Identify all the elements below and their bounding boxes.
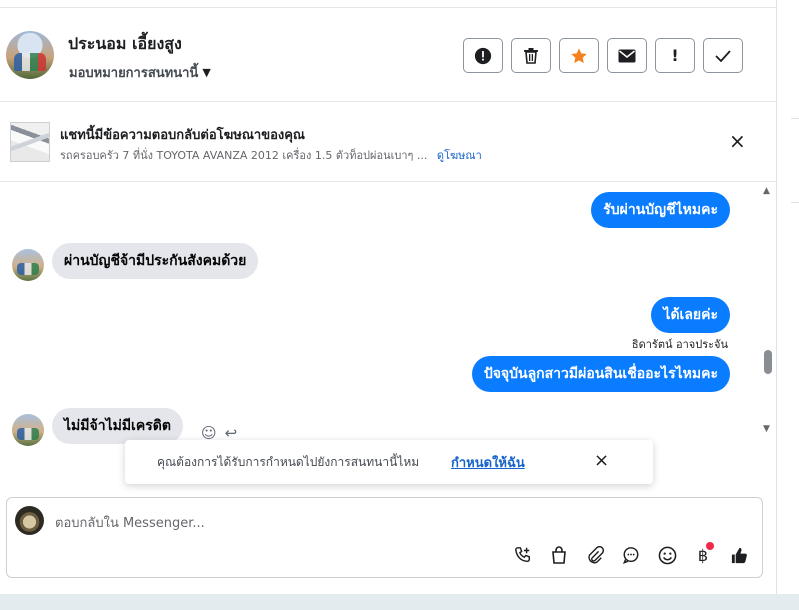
exclamation-icon: ! (671, 46, 679, 65)
check-icon (715, 49, 731, 62)
scroll-down-icon[interactable]: ▼ (763, 424, 770, 434)
divider (791, 118, 799, 119)
bottom-edge (0, 594, 799, 610)
scroll-thumb[interactable] (764, 350, 772, 374)
header-actions: ! (463, 38, 743, 73)
payment-baht-icon[interactable]: ฿ (692, 542, 714, 566)
star-icon (571, 47, 587, 63)
contact-name[interactable]: ประนอม เอี้ยงสูง (68, 32, 182, 57)
saved-reply-icon[interactable] (620, 544, 642, 566)
thumbs-up-icon[interactable] (728, 544, 750, 566)
message-bubble-outgoing[interactable]: ได้เลยค่ะ (651, 297, 730, 333)
message-bubble-incoming[interactable]: ไม่มีจ้าไม่มีเครดิต (52, 408, 183, 444)
follow-up-button[interactable]: ! (655, 38, 695, 73)
alert-circle-icon (474, 47, 492, 64)
conversation-header: ประนอม เอี้ยงสูง มอบหมายการสนทนานี้ ▼ ! (0, 8, 776, 102)
close-icon[interactable]: × (594, 451, 609, 471)
ad-thumbnail[interactable] (10, 122, 50, 162)
emoji-icon[interactable] (656, 544, 678, 566)
contact-avatar-small[interactable] (12, 414, 44, 446)
message-bubble-outgoing[interactable]: รับผ่านบัญชีไหมคะ (591, 192, 730, 228)
notification-badge (706, 542, 714, 550)
delete-button[interactable] (511, 38, 551, 73)
mark-unread-button[interactable] (607, 38, 647, 73)
conversation-panel: ประนอม เอี้ยงสูง มอบหมายการสนทนานี้ ▼ ! (0, 0, 776, 594)
assign-to-me-link[interactable]: กำหนดให้ฉัน (451, 452, 525, 473)
side-panel-edge (776, 0, 799, 594)
assign-label: มอบหมายการสนทนานี้ (69, 66, 199, 81)
message-bubble-outgoing[interactable]: ปัจจุบันลูกสาวมีผ่อนสินเชื่ออะไรไหมคะ (471, 356, 730, 392)
view-ad-link[interactable]: ดูโฆษณา (437, 149, 482, 162)
contact-avatar-small[interactable] (12, 249, 44, 281)
call-icon[interactable] (512, 544, 534, 566)
reply-composer: ตอบกลับใน Messenger... ฿ (6, 497, 763, 578)
assign-dropdown[interactable]: มอบหมายการสนทนานี้ ▼ (69, 62, 211, 83)
ad-banner-subtitle: รถครอบครัว 7 ที่นั่ง TOYOTA AVANZA 2012 … (60, 146, 482, 164)
done-button[interactable] (703, 38, 743, 73)
sender-name: ธิดารัตน์ อาจประจัน (631, 338, 728, 351)
ad-banner-title: แชทนี้มีข้อความตอบกลับต่อโฆษณาของคุณ (60, 128, 305, 143)
chat-scrollbar[interactable]: ▲ ▼ (760, 182, 774, 436)
envelope-icon (618, 49, 636, 62)
trash-icon (524, 48, 538, 64)
ad-description: รถครอบครัว 7 ที่นั่ง TOYOTA AVANZA 2012 … (60, 149, 428, 162)
paperclip-icon[interactable] (584, 544, 606, 566)
star-button[interactable] (559, 38, 599, 73)
ad-reply-banner: แชทนี้มีข้อความตอบกลับต่อโฆษณาของคุณ รถค… (0, 102, 776, 182)
assign-prompt-text: คุณต้องการได้รับการกำหนดไปยังการสนทนานี้… (157, 455, 420, 469)
reply-input[interactable]: ตอบกลับใน Messenger... (55, 512, 205, 533)
divider (791, 202, 799, 203)
page-avatar (15, 506, 44, 535)
shopping-bag-icon[interactable] (548, 544, 570, 566)
close-icon[interactable]: × (729, 131, 746, 151)
contact-avatar[interactable] (6, 31, 54, 79)
scroll-up-icon[interactable]: ▲ (763, 186, 770, 196)
caret-down-icon: ▼ (202, 66, 211, 79)
message-bubble-incoming[interactable]: ผ่านบัญชีจ้ามีประกันสังคมด้วย (52, 243, 259, 279)
assign-prompt-toast: คุณต้องการได้รับการกำหนดไปยังการสนทนานี้… (125, 440, 653, 484)
composer-toolbar: ฿ (512, 542, 750, 566)
spam-button[interactable] (463, 38, 503, 73)
